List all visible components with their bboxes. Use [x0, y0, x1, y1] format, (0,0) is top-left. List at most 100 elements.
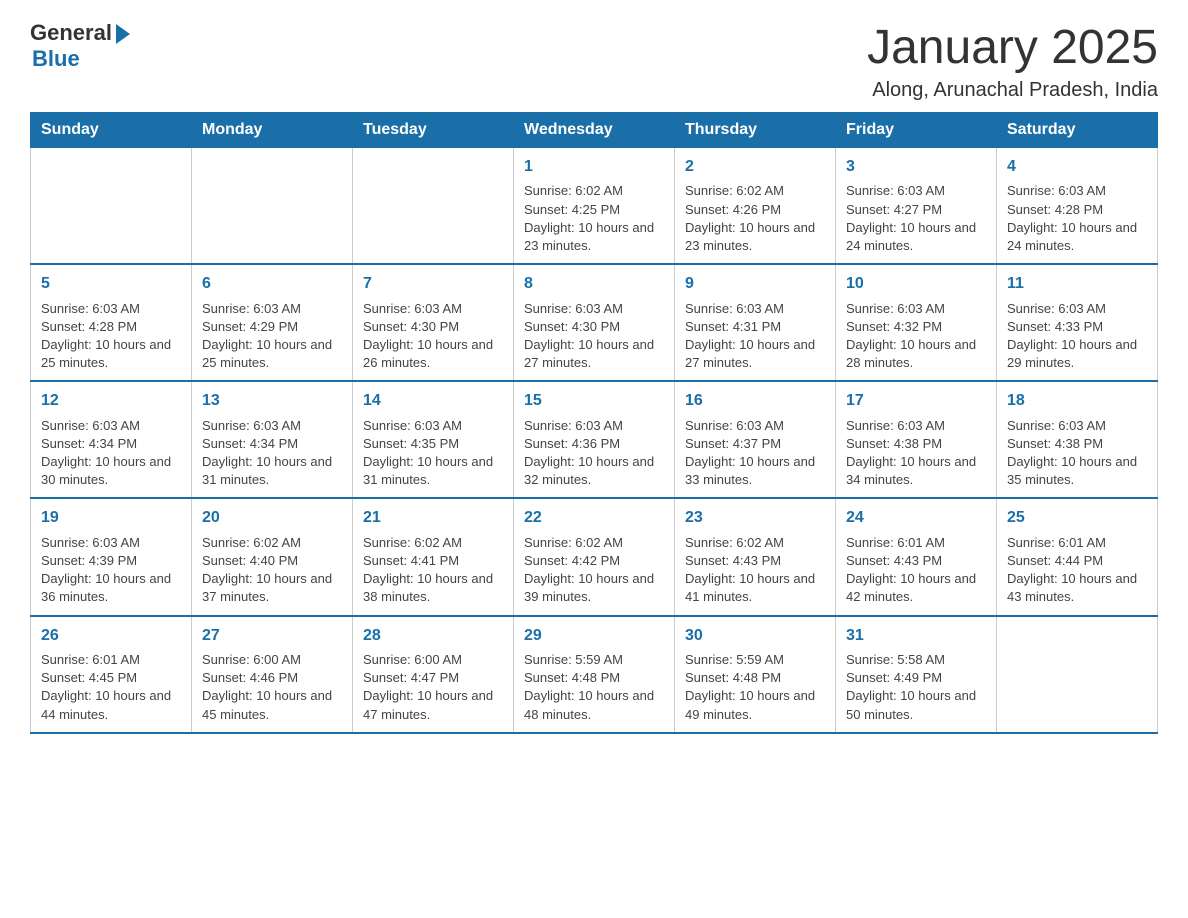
day-info: Sunrise: 6:03 AM Sunset: 4:37 PM Dayligh… — [685, 417, 825, 490]
calendar-table: SundayMondayTuesdayWednesdayThursdayFrid… — [30, 112, 1158, 734]
calendar-cell — [353, 148, 514, 265]
weekday-header-friday: Friday — [836, 113, 997, 148]
day-number: 14 — [363, 390, 503, 412]
title-section: January 2025 Along, Arunachal Pradesh, I… — [867, 20, 1158, 102]
calendar-cell: 9Sunrise: 6:03 AM Sunset: 4:31 PM Daylig… — [675, 264, 836, 381]
day-number: 13 — [202, 390, 342, 412]
day-number: 19 — [41, 507, 181, 529]
day-info: Sunrise: 6:02 AM Sunset: 4:25 PM Dayligh… — [524, 182, 664, 255]
day-info: Sunrise: 6:03 AM Sunset: 4:35 PM Dayligh… — [363, 417, 503, 490]
calendar-week-row: 12Sunrise: 6:03 AM Sunset: 4:34 PM Dayli… — [31, 381, 1158, 498]
calendar-cell: 16 Sunrise: 6:03 AM Sunset: 4:37 PM Dayli… — [675, 381, 836, 498]
calendar-cell: 18Sunrise: 6:03 AM Sunset: 4:38 PM Dayli… — [997, 381, 1158, 498]
calendar-cell: 3 Sunrise: 6:03 AM Sunset: 4:27 PM Daylig… — [836, 148, 997, 265]
calendar-cell: 20 Sunrise: 6:02 AM Sunset: 4:40 PM Dayli… — [192, 498, 353, 615]
day-info: Sunrise: 6:03 AM Sunset: 4:27 PM Dayligh… — [846, 182, 986, 255]
day-info: Sunrise: 6:00 AM Sunset: 4:47 PM Dayligh… — [363, 651, 503, 724]
day-number: 5 — [41, 273, 181, 295]
calendar-week-row: 26 Sunrise: 6:01 AM Sunset: 4:45 PM Dayli… — [31, 616, 1158, 733]
day-number: 3 — [846, 156, 986, 178]
weekday-header-saturday: Saturday — [997, 113, 1158, 148]
calendar-cell: 29 Sunrise: 5:59 AM Sunset: 4:48 PM Dayli… — [514, 616, 675, 733]
calendar-cell: 5 Sunrise: 6:03 AM Sunset: 4:28 PM Daylig… — [31, 264, 192, 381]
day-number: 29 — [524, 625, 664, 647]
calendar-cell: 7 Sunrise: 6:03 AM Sunset: 4:30 PM Daylig… — [353, 264, 514, 381]
day-info: Sunrise: 6:03 AM Sunset: 4:34 PM Dayligh… — [202, 417, 342, 490]
day-info: Sunrise: 6:03 AM Sunset: 4:36 PM Dayligh… — [524, 417, 664, 490]
day-number: 30 — [685, 625, 825, 647]
calendar-cell: 28 Sunrise: 6:00 AM Sunset: 4:47 PM Dayli… — [353, 616, 514, 733]
day-info: Sunrise: 6:03 AM Sunset: 4:34 PM Dayligh… — [41, 417, 181, 490]
day-info: Sunrise: 5:59 AM Sunset: 4:48 PM Dayligh… — [524, 651, 664, 724]
day-info: Sunrise: 6:03 AM Sunset: 4:28 PM Dayligh… — [1007, 182, 1147, 255]
day-info: Sunrise: 6:03 AM Sunset: 4:29 PM Dayligh… — [202, 300, 342, 373]
day-number: 15 — [524, 390, 664, 412]
day-number: 16 — [685, 390, 825, 412]
day-number: 4 — [1007, 156, 1147, 178]
calendar-cell: 21Sunrise: 6:02 AM Sunset: 4:41 PM Dayli… — [353, 498, 514, 615]
day-number: 28 — [363, 625, 503, 647]
day-number: 31 — [846, 625, 986, 647]
calendar-cell: 4 Sunrise: 6:03 AM Sunset: 4:28 PM Daylig… — [997, 148, 1158, 265]
day-info: Sunrise: 6:03 AM Sunset: 4:33 PM Dayligh… — [1007, 300, 1147, 373]
calendar-cell — [31, 148, 192, 265]
weekday-header-wednesday: Wednesday — [514, 113, 675, 148]
day-number: 17 — [846, 390, 986, 412]
day-number: 26 — [41, 625, 181, 647]
calendar-cell: 23Sunrise: 6:02 AM Sunset: 4:43 PM Dayli… — [675, 498, 836, 615]
day-info: Sunrise: 6:03 AM Sunset: 4:39 PM Dayligh… — [41, 534, 181, 607]
calendar-cell — [192, 148, 353, 265]
calendar-cell: 17Sunrise: 6:03 AM Sunset: 4:38 PM Dayli… — [836, 381, 997, 498]
day-number: 22 — [524, 507, 664, 529]
calendar-cell: 2 Sunrise: 6:02 AM Sunset: 4:26 PM Daylig… — [675, 148, 836, 265]
calendar-week-row: 5 Sunrise: 6:03 AM Sunset: 4:28 PM Daylig… — [31, 264, 1158, 381]
day-info: Sunrise: 6:03 AM Sunset: 4:31 PM Dayligh… — [685, 300, 825, 373]
day-info: Sunrise: 6:02 AM Sunset: 4:42 PM Dayligh… — [524, 534, 664, 607]
day-number: 24 — [846, 507, 986, 529]
month-title: January 2025 — [867, 20, 1158, 75]
day-number: 25 — [1007, 507, 1147, 529]
day-number: 2 — [685, 156, 825, 178]
calendar-cell: 13 Sunrise: 6:03 AM Sunset: 4:34 PM Dayli… — [192, 381, 353, 498]
calendar-cell: 26 Sunrise: 6:01 AM Sunset: 4:45 PM Dayli… — [31, 616, 192, 733]
calendar-header-row: SundayMondayTuesdayWednesdayThursdayFrid… — [31, 113, 1158, 148]
weekday-header-thursday: Thursday — [675, 113, 836, 148]
calendar-cell: 19 Sunrise: 6:03 AM Sunset: 4:39 PM Dayli… — [31, 498, 192, 615]
calendar-cell: 30 Sunrise: 5:59 AM Sunset: 4:48 PM Dayli… — [675, 616, 836, 733]
day-info: Sunrise: 6:03 AM Sunset: 4:32 PM Dayligh… — [846, 300, 986, 373]
calendar-cell: 8Sunrise: 6:03 AM Sunset: 4:30 PM Daylig… — [514, 264, 675, 381]
page-header: General Blue January 2025 Along, Arunach… — [30, 20, 1158, 102]
day-number: 20 — [202, 507, 342, 529]
calendar-cell: 1 Sunrise: 6:02 AM Sunset: 4:25 PM Daylig… — [514, 148, 675, 265]
day-info: Sunrise: 6:02 AM Sunset: 4:40 PM Dayligh… — [202, 534, 342, 607]
calendar-week-row: 19 Sunrise: 6:03 AM Sunset: 4:39 PM Dayli… — [31, 498, 1158, 615]
day-number: 1 — [524, 156, 664, 178]
day-number: 6 — [202, 273, 342, 295]
day-info: Sunrise: 6:03 AM Sunset: 4:30 PM Dayligh… — [524, 300, 664, 373]
day-info: Sunrise: 6:01 AM Sunset: 4:45 PM Dayligh… — [41, 651, 181, 724]
location-title: Along, Arunachal Pradesh, India — [867, 79, 1158, 102]
calendar-cell: 6 Sunrise: 6:03 AM Sunset: 4:29 PM Daylig… — [192, 264, 353, 381]
day-info: Sunrise: 6:02 AM Sunset: 4:26 PM Dayligh… — [685, 182, 825, 255]
logo-blue-text: Blue — [32, 46, 80, 72]
day-number: 10 — [846, 273, 986, 295]
day-info: Sunrise: 5:59 AM Sunset: 4:48 PM Dayligh… — [685, 651, 825, 724]
day-number: 18 — [1007, 390, 1147, 412]
day-info: Sunrise: 5:58 AM Sunset: 4:49 PM Dayligh… — [846, 651, 986, 724]
calendar-cell: 10 Sunrise: 6:03 AM Sunset: 4:32 PM Dayli… — [836, 264, 997, 381]
day-info: Sunrise: 6:03 AM Sunset: 4:30 PM Dayligh… — [363, 300, 503, 373]
day-number: 7 — [363, 273, 503, 295]
calendar-cell — [997, 616, 1158, 733]
logo: General Blue — [30, 20, 130, 72]
calendar-cell: 22 Sunrise: 6:02 AM Sunset: 4:42 PM Dayli… — [514, 498, 675, 615]
calendar-cell: 14 Sunrise: 6:03 AM Sunset: 4:35 PM Dayli… — [353, 381, 514, 498]
weekday-header-monday: Monday — [192, 113, 353, 148]
logo-general-text: General — [30, 20, 112, 46]
day-number: 23 — [685, 507, 825, 529]
weekday-header-tuesday: Tuesday — [353, 113, 514, 148]
weekday-header-sunday: Sunday — [31, 113, 192, 148]
logo-arrow-icon — [116, 24, 130, 44]
day-info: Sunrise: 6:01 AM Sunset: 4:43 PM Dayligh… — [846, 534, 986, 607]
day-info: Sunrise: 6:03 AM Sunset: 4:28 PM Dayligh… — [41, 300, 181, 373]
calendar-cell: 12Sunrise: 6:03 AM Sunset: 4:34 PM Dayli… — [31, 381, 192, 498]
